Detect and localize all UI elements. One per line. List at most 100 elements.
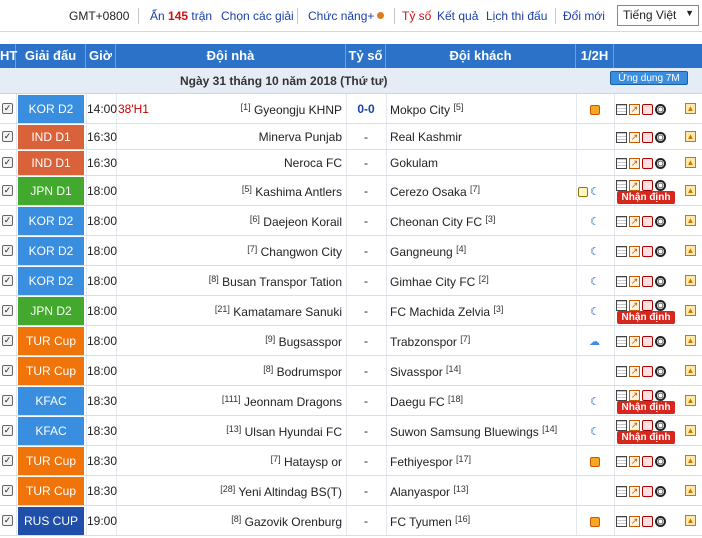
soccer-ball-icon[interactable] — [655, 246, 666, 258]
away-team[interactable]: Gokulam — [390, 156, 438, 170]
away-team[interactable]: Fethiyespor [17] — [390, 454, 471, 469]
away-team[interactable]: Gangneung [4] — [390, 244, 466, 259]
away-team-name[interactable]: Real Kashmir — [390, 130, 462, 144]
odds-table-icon[interactable] — [616, 486, 627, 498]
soccer-ball-icon[interactable] — [655, 276, 666, 288]
soccer-ball-icon[interactable] — [655, 300, 666, 312]
league-badge[interactable]: TUR Cup — [18, 447, 84, 475]
ht-checkbox[interactable]: ✓ — [2, 157, 13, 168]
soccer-ball-icon[interactable] — [655, 390, 666, 402]
red-card-icon[interactable] — [642, 300, 653, 312]
odds-table-icon[interactable] — [616, 420, 627, 432]
league-badge[interactable]: KOR D2 — [18, 237, 84, 265]
away-team-name[interactable]: FC Tyumen — [390, 515, 452, 529]
functions-menu[interactable]: Chức năng+ — [308, 9, 385, 23]
trend-chart-icon[interactable]: ↗ — [629, 104, 640, 116]
soccer-ball-icon[interactable] — [655, 216, 666, 228]
match-score[interactable]: - — [346, 424, 386, 438]
away-team-name[interactable]: Mokpo City — [390, 103, 450, 117]
home-team[interactable]: [5] Kashima Antlers — [242, 184, 342, 199]
home-team-name[interactable]: Bugsasspor — [279, 335, 342, 349]
live-ball-icon[interactable] — [590, 456, 600, 467]
match-score[interactable]: - — [346, 244, 386, 258]
odds-table-icon[interactable] — [616, 180, 627, 192]
analysis-button[interactable]: Nhận định — [617, 191, 675, 204]
home-team-name[interactable]: Neroca FC — [284, 156, 342, 170]
odds-table-icon[interactable] — [616, 336, 627, 348]
analysis-button[interactable]: Nhận định — [617, 311, 675, 324]
red-card-icon[interactable] — [642, 216, 653, 228]
home-team-name[interactable]: Kamatamare Sanuki — [233, 305, 342, 319]
home-team-name[interactable]: Busan Transpor Tation — [222, 275, 342, 289]
home-team-name[interactable]: Bodrumspor — [277, 365, 342, 379]
away-team-name[interactable]: FC Machida Zelvia — [390, 305, 490, 319]
pin-to-top-icon[interactable]: ▲ — [685, 455, 696, 466]
trend-chart-icon[interactable]: ↗ — [629, 132, 640, 144]
league-badge[interactable]: KFAC — [18, 387, 84, 415]
soccer-ball-icon[interactable] — [655, 336, 666, 348]
soccer-ball-icon[interactable] — [655, 366, 666, 378]
away-team[interactable]: Daegu FC [18] — [390, 394, 463, 409]
league-badge[interactable]: JPN D1 — [18, 177, 84, 205]
pin-to-top-icon[interactable]: ▲ — [685, 185, 696, 196]
odds-table-icon[interactable] — [616, 104, 627, 116]
soccer-ball-icon[interactable] — [655, 516, 666, 528]
col-ht[interactable]: HT — [0, 44, 17, 68]
odds-table-icon[interactable] — [616, 158, 627, 170]
away-team[interactable]: Mokpo City [5] — [390, 102, 463, 117]
home-team-name[interactable]: Hataysp or — [284, 455, 342, 469]
away-team-name[interactable]: Gimhae City FC — [390, 275, 475, 289]
pin-to-top-icon[interactable]: ▲ — [685, 245, 696, 256]
away-team-name[interactable]: Cheonan City FC — [390, 215, 482, 229]
soccer-ball-icon[interactable] — [655, 180, 666, 192]
home-team-name[interactable]: Daejeon Korail — [263, 215, 342, 229]
match-score[interactable]: - — [346, 214, 386, 228]
away-team-name[interactable]: Sivasspor — [390, 365, 443, 379]
pin-to-top-icon[interactable]: ▲ — [685, 395, 696, 406]
analysis-button[interactable]: Nhận định — [617, 431, 675, 444]
home-team[interactable]: [111] Jeonnam Dragons — [222, 394, 342, 409]
red-card-icon[interactable] — [642, 180, 653, 192]
away-team-name[interactable]: Trabzonspor — [390, 335, 457, 349]
home-team[interactable]: [21] Kamatamare Sanuki — [215, 304, 342, 319]
soccer-ball-icon[interactable] — [655, 486, 666, 498]
ht-checkbox[interactable]: ✓ — [2, 245, 13, 256]
league-badge[interactable]: KOR D2 — [18, 267, 84, 295]
match-score[interactable]: - — [346, 184, 386, 198]
match-score[interactable]: - — [346, 514, 386, 528]
red-card-icon[interactable] — [642, 132, 653, 144]
away-team-name[interactable]: Alanyaspor — [390, 485, 450, 499]
league-badge[interactable]: TUR Cup — [18, 357, 84, 385]
results-link[interactable]: Kết quả — [437, 9, 478, 23]
ht-checkbox[interactable]: ✓ — [2, 395, 13, 406]
refresh-link[interactable]: Đổi mới — [563, 9, 605, 23]
home-team[interactable]: [8] Gazovik Orenburg — [231, 514, 342, 529]
away-team[interactable]: Gimhae City FC [2] — [390, 274, 489, 289]
trend-chart-icon[interactable]: ↗ — [629, 456, 640, 468]
away-team[interactable]: Real Kashmir — [390, 130, 462, 144]
trend-chart-icon[interactable]: ↗ — [629, 336, 640, 348]
league-badge[interactable]: RUS CUP — [18, 507, 84, 535]
league-badge[interactable]: TUR Cup — [18, 327, 84, 355]
league-badge[interactable]: KFAC — [18, 417, 84, 445]
home-team-name[interactable]: Ulsan Hyundai FC — [245, 425, 342, 439]
odds-table-icon[interactable] — [616, 390, 627, 402]
ht-checkbox[interactable]: ✓ — [2, 365, 13, 376]
home-team[interactable]: [13] Ulsan Hyundai FC — [226, 424, 342, 439]
timezone-label[interactable]: GMT+0800 — [69, 9, 129, 23]
home-team-name[interactable]: Gyeongju KHNP — [254, 103, 342, 117]
odds-table-icon[interactable] — [616, 516, 627, 528]
odds-table-icon[interactable] — [616, 276, 627, 288]
pin-to-top-icon[interactable]: ▲ — [685, 485, 696, 496]
away-team-name[interactable]: Gangneung — [390, 245, 453, 259]
trend-chart-icon[interactable]: ↗ — [629, 276, 640, 288]
home-team[interactable]: [28] Yeni Altindag BS(T) — [220, 484, 342, 499]
home-team-name[interactable]: Minerva Punjab — [259, 130, 342, 144]
choose-league-link[interactable]: Chọn các giải — [221, 9, 294, 23]
soccer-ball-icon[interactable] — [655, 158, 666, 170]
home-team[interactable]: Neroca FC — [284, 156, 342, 170]
soccer-ball-icon[interactable] — [655, 104, 666, 116]
home-team-name[interactable]: Kashima Antlers — [255, 185, 342, 199]
league-badge[interactable]: KOR D2 — [18, 95, 84, 123]
home-team[interactable]: [7] Hataysp or — [271, 454, 342, 469]
